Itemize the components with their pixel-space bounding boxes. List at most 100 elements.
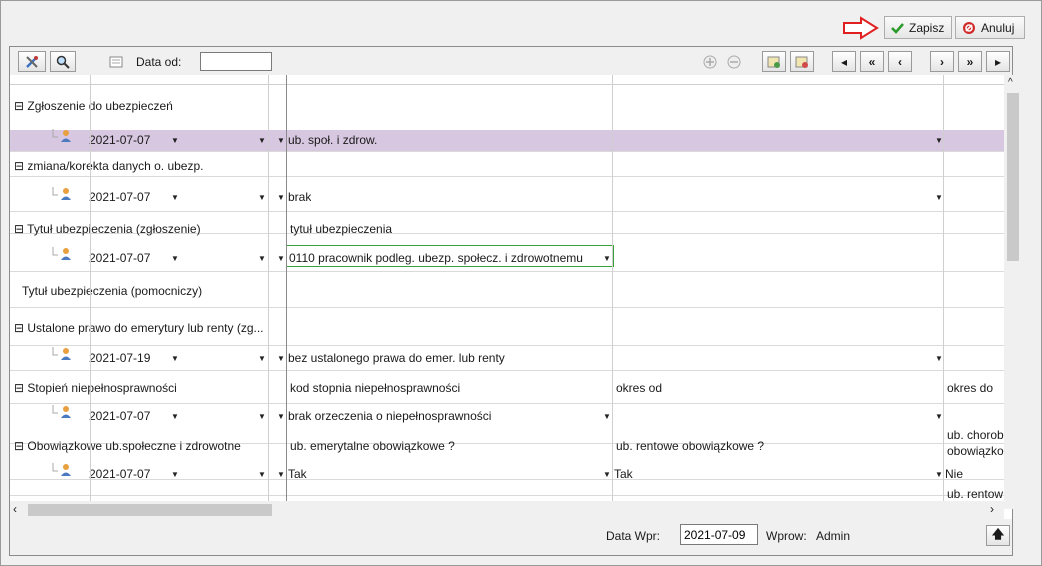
- chevron-down-icon[interactable]: ▼: [277, 412, 285, 421]
- chevron-down-icon[interactable]: ▼: [171, 354, 179, 363]
- date-from-label: Data od:: [136, 55, 182, 69]
- entry-value[interactable]: Tak: [288, 467, 307, 481]
- entry-value[interactable]: Tak: [614, 467, 633, 481]
- chevron-down-icon[interactable]: ▼: [258, 193, 266, 202]
- entry-date[interactable]: 2021-07-07: [89, 467, 150, 481]
- row-divider: [10, 271, 1004, 272]
- entry-value[interactable]: 0110 pracownik podleg. ubezp. społecz. i…: [289, 251, 583, 265]
- vertical-scrollbar[interactable]: ^: [1004, 75, 1022, 509]
- entry-value[interactable]: brak: [288, 190, 311, 204]
- horizontal-scrollbar[interactable]: ‹ ›: [10, 501, 1004, 519]
- group-label[interactable]: ⊟ Ustalone prawo do emerytury lub renty …: [14, 321, 264, 335]
- chevron-down-icon[interactable]: ▼: [171, 136, 179, 145]
- chevron-down-icon[interactable]: ▼: [171, 470, 179, 479]
- chevron-down-icon[interactable]: ▼: [258, 136, 266, 145]
- data-panel: Data od: ◂ « ‹ › » ▸ ⊟ Zgłoszenie do ube…: [9, 46, 1022, 556]
- search-button[interactable]: [50, 51, 76, 72]
- add-button[interactable]: [698, 51, 722, 72]
- save-label: Zapisz: [909, 20, 945, 35]
- cancel-button[interactable]: Anuluj: [955, 16, 1025, 39]
- last-button[interactable]: ▸: [986, 51, 1010, 72]
- chevron-down-icon[interactable]: ▼: [277, 193, 285, 202]
- entry-value[interactable]: Nie: [945, 467, 963, 481]
- next-page-icon: »: [966, 54, 974, 69]
- remove-button[interactable]: [722, 51, 746, 72]
- scroll-right-icon[interactable]: ›: [990, 502, 994, 516]
- column-label: tytuł ubezpieczenia: [290, 222, 393, 236]
- chevron-down-icon[interactable]: ▼: [935, 354, 943, 363]
- column-divider: [286, 75, 287, 505]
- date-from-input[interactable]: [200, 52, 272, 71]
- next-button[interactable]: ›: [930, 51, 954, 72]
- scroll-left-icon[interactable]: ‹: [13, 502, 17, 516]
- row-divider: [10, 479, 1004, 480]
- selected-row-highlight: [10, 130, 1004, 151]
- chevron-down-icon[interactable]: ▼: [171, 412, 179, 421]
- group-label[interactable]: ⊟ Stopień niepełnosprawności: [14, 381, 177, 395]
- chevron-down-icon[interactable]: ▼: [603, 412, 611, 421]
- search-icon: [56, 55, 70, 69]
- data-grid: ⊟ Zgłoszenie do ubezpieczeń 2021-07-07 ▼…: [10, 85, 1004, 505]
- prev-page-button[interactable]: «: [860, 51, 884, 72]
- entry-date[interactable]: 2021-07-07: [89, 190, 150, 204]
- chevron-down-icon[interactable]: ▼: [258, 354, 266, 363]
- column-label: ub. chorob: [947, 428, 1004, 442]
- group-label[interactable]: ⊟ zmiana/korekta danych o. ubezp.: [14, 159, 204, 173]
- chevron-down-icon[interactable]: ▼: [277, 470, 285, 479]
- card-button[interactable]: [104, 51, 128, 72]
- import-icon: [795, 56, 808, 68]
- column-label: okres od: [616, 381, 663, 395]
- up-button[interactable]: 🡅: [986, 525, 1010, 546]
- column-divider: [943, 75, 944, 505]
- chevron-down-icon[interactable]: ▼: [935, 412, 943, 421]
- chevron-down-icon[interactable]: ▼: [277, 136, 285, 145]
- column-divider: [612, 75, 613, 505]
- chevron-down-icon[interactable]: ▼: [277, 254, 285, 263]
- entry-value[interactable]: bez ustalonego prawa do emer. lub renty: [288, 351, 505, 365]
- chevron-down-icon[interactable]: ▼: [171, 254, 179, 263]
- export-button[interactable]: [762, 51, 786, 72]
- user-icon: [52, 129, 74, 146]
- export-icon: [767, 56, 780, 68]
- next-page-button[interactable]: »: [958, 51, 982, 72]
- entry-value[interactable]: brak orzeczenia o niepełnosprawności: [288, 409, 491, 423]
- entry-date[interactable]: 2021-07-07: [89, 409, 150, 423]
- chevron-down-icon[interactable]: ▼: [171, 193, 179, 202]
- scroll-up-icon[interactable]: ^: [1008, 77, 1013, 88]
- entry-value[interactable]: ub. społ. i zdrow.: [288, 133, 377, 147]
- chevron-down-icon[interactable]: ▼: [935, 193, 943, 202]
- status-bar: Data Wpr: Wprow: Admin 🡅: [10, 519, 1012, 555]
- cancel-icon: [963, 21, 975, 34]
- entry-date[interactable]: 2021-07-07: [89, 251, 150, 265]
- chevron-down-icon[interactable]: ▼: [603, 470, 611, 479]
- remove-icon: [727, 55, 741, 68]
- chevron-down-icon[interactable]: ▼: [258, 412, 266, 421]
- group-label[interactable]: ⊟ Obowiązkowe ub.społeczne i zdrowotne: [14, 439, 241, 453]
- user-icon: [52, 247, 74, 264]
- scroll-thumb[interactable]: [28, 504, 272, 516]
- chevron-down-icon[interactable]: ▼: [277, 354, 285, 363]
- chevron-down-icon[interactable]: ▼: [935, 136, 943, 145]
- date-entry-field[interactable]: [680, 524, 758, 545]
- group-label[interactable]: ⊟ Tytuł ubezpieczenia (zgłoszenie): [14, 222, 201, 236]
- check-icon: [891, 22, 904, 34]
- scroll-thumb[interactable]: [1007, 93, 1019, 261]
- first-button[interactable]: ◂: [832, 51, 856, 72]
- entry-date[interactable]: 2021-07-07: [89, 133, 150, 147]
- date-entry-label: Data Wpr:: [606, 529, 661, 543]
- tools-button[interactable]: [18, 51, 46, 72]
- chevron-down-icon[interactable]: ▼: [258, 470, 266, 479]
- group-label[interactable]: ⊟ Zgłoszenie do ubezpieczeń: [14, 99, 173, 113]
- chevron-down-icon[interactable]: ▼: [258, 254, 266, 263]
- row-divider: [10, 403, 1004, 404]
- entry-date[interactable]: 2021-07-19: [89, 351, 150, 365]
- group-label[interactable]: Tytuł ubezpieczenia (pomocniczy): [22, 284, 202, 298]
- save-button[interactable]: Zapisz: [884, 16, 952, 39]
- prev-button[interactable]: ‹: [888, 51, 912, 72]
- import-button[interactable]: [790, 51, 814, 72]
- chevron-down-icon[interactable]: ▼: [935, 470, 943, 479]
- chevron-down-icon[interactable]: ▼: [603, 254, 611, 263]
- prev-icon: ‹: [898, 54, 902, 69]
- next-icon: ›: [940, 54, 944, 69]
- column-label: ub. rentowe obowiązkowe ?: [616, 439, 765, 453]
